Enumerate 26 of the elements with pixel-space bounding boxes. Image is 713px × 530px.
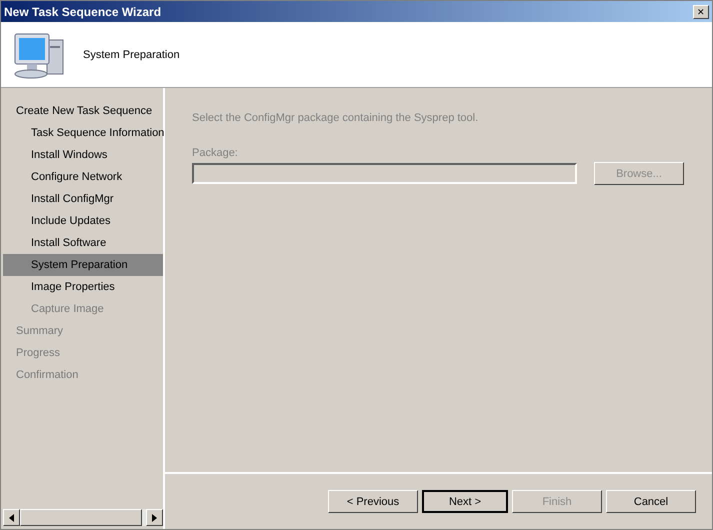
wizard-step: Include Updates [3, 210, 163, 232]
wizard-step: Create New Task Sequence [3, 100, 163, 122]
wizard-step: Configure Network [3, 166, 163, 188]
scrollbar-thumb[interactable] [20, 509, 142, 526]
field-label: Package: [192, 147, 239, 159]
left-arrow-icon [9, 514, 14, 522]
page-title: System Preparation [83, 48, 180, 60]
wizard-step: Image Properties [3, 276, 163, 298]
instruction-text: Select the ConfigMgr package containing the Sysprep tool. [192, 112, 480, 124]
wizard-step: Progress [3, 342, 163, 364]
wizard-step: Install Windows [3, 144, 163, 166]
scroll-right-button[interactable] [146, 509, 163, 526]
wizard-step: System Preparation [3, 254, 163, 276]
wizard-step: Install ConfigMgr [3, 188, 163, 210]
wizard-step: Task Sequence Information [3, 122, 163, 144]
wizard-button[interactable]: Next > [422, 490, 508, 513]
wizard-button[interactable]: Cancel [606, 490, 696, 513]
wizard-button[interactable]: < Previous [328, 490, 418, 513]
wizard-step: Confirmation [3, 364, 163, 386]
window-title: New Task Sequence Wizard [4, 4, 162, 18]
wizard-step: Capture Image [3, 298, 163, 320]
close-button[interactable]: ✕ [693, 4, 709, 18]
right-arrow-icon [152, 514, 157, 522]
wizard-step: Install Software [3, 232, 163, 254]
wizard-step: Summary [3, 320, 163, 342]
scroll-left-button[interactable] [3, 509, 20, 526]
